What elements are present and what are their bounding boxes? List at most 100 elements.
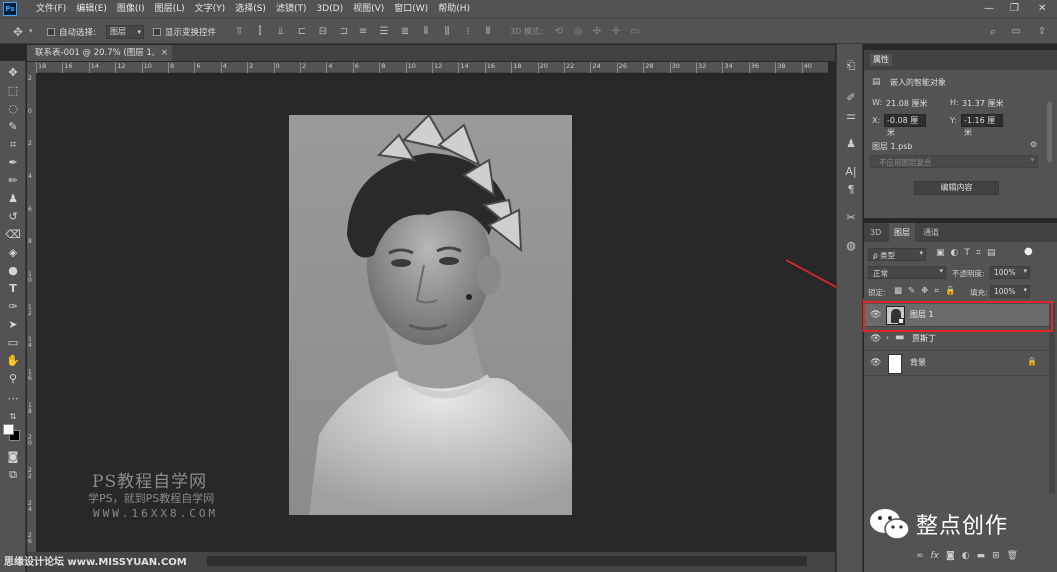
- menu-3d[interactable]: 3D(D): [311, 0, 348, 18]
- menu-type[interactable]: 文字(Y): [190, 0, 231, 18]
- group-expand-chevron-icon[interactable]: ›: [886, 333, 889, 342]
- show-transform-checkbox[interactable]: [153, 28, 161, 36]
- align-left-icon[interactable]: ⊏: [296, 26, 308, 38]
- filter-toggle-icon[interactable]: ●: [1024, 246, 1033, 257]
- filter-shape-icon[interactable]: ⌗: [976, 248, 981, 258]
- width-value[interactable]: 21.08 厘米: [886, 98, 927, 109]
- tools-presets-icon[interactable]: ✂: [843, 210, 859, 226]
- swap-colors-icon[interactable]: ⇅: [4, 409, 22, 425]
- menu-filter[interactable]: 滤镜(T): [271, 0, 312, 18]
- screen-mode-icon[interactable]: ⧉: [4, 467, 22, 483]
- new-adjustment-icon[interactable]: ◐: [962, 551, 970, 561]
- layer-row-background[interactable]: 👁 背景 🔒: [864, 352, 1049, 376]
- character-icon[interactable]: A|: [843, 164, 859, 180]
- rectangle-tool-icon[interactable]: ▭: [4, 335, 22, 351]
- quick-select-tool-icon[interactable]: ✎: [4, 119, 22, 135]
- tab-close-icon[interactable]: ×: [161, 45, 168, 61]
- tab-3d[interactable]: 3D: [870, 227, 881, 239]
- filter-type-icon[interactable]: T: [964, 248, 970, 258]
- marquee-tool-icon[interactable]: ⬚: [4, 83, 22, 99]
- settings-icon[interactable]: ⚙: [1030, 140, 1037, 149]
- history-brush-tool-icon[interactable]: ↺: [4, 209, 22, 225]
- close-button[interactable]: ✕: [1038, 3, 1046, 14]
- auto-select-dropdown[interactable]: 图层 ▾: [106, 25, 144, 39]
- auto-select-checkbox[interactable]: [47, 28, 55, 36]
- align-vcenter-icon[interactable]: ⫿: [254, 26, 266, 38]
- workspace-icon[interactable]: ▭: [1010, 26, 1022, 38]
- ruler-origin[interactable]: [27, 62, 36, 73]
- menu-select[interactable]: 选择(S): [230, 0, 271, 18]
- paragraph-icon[interactable]: ¶: [843, 182, 859, 198]
- eraser-tool-icon[interactable]: ⌫: [4, 227, 22, 243]
- menu-window[interactable]: 窗口(W): [389, 0, 433, 18]
- chevron-down-icon[interactable]: ▾: [29, 27, 33, 35]
- distribute-bottom-icon[interactable]: ≣: [399, 26, 411, 38]
- blend-mode-dropdown[interactable]: 正常 ▾: [868, 266, 946, 279]
- properties-scrollbar[interactable]: [1047, 102, 1052, 162]
- type-tool-icon[interactable]: T: [4, 281, 22, 297]
- maximize-button[interactable]: ❐: [1010, 3, 1019, 14]
- pen-tool-icon[interactable]: ✑: [4, 299, 22, 315]
- menu-file[interactable]: 文件(F): [31, 0, 71, 18]
- lock-position-icon[interactable]: ✥: [921, 286, 928, 296]
- distribute-right-icon[interactable]: ⦙: [462, 26, 474, 38]
- menu-image[interactable]: 图像(I): [112, 0, 150, 18]
- properties-tab[interactable]: 属性: [870, 54, 892, 66]
- move-tool-icon[interactable]: ✥: [12, 26, 24, 38]
- layer-filter-dropdown[interactable]: ρ 类型 ▾: [868, 248, 926, 261]
- hand-tool-icon[interactable]: ✋: [4, 353, 22, 369]
- photo-layer-image[interactable]: [289, 113, 572, 515]
- fill-field[interactable]: 100% ▾: [990, 285, 1030, 298]
- 3d-roll-icon[interactable]: ◎: [572, 26, 584, 38]
- 3d-scale-icon[interactable]: ▭: [629, 26, 641, 38]
- document-tab[interactable]: 联系表-001 @ 20.7% (图层 1, RGB/8) * ×: [27, 45, 172, 74]
- new-group-icon[interactable]: ▬: [977, 551, 986, 561]
- lock-artboard-icon[interactable]: ⌗: [934, 286, 939, 296]
- distribute-vcenter-icon[interactable]: ☰: [378, 26, 390, 38]
- 3d-pan-icon[interactable]: ✣: [591, 26, 603, 38]
- more-tools-icon[interactable]: ⋯: [4, 391, 22, 407]
- adjustments-icon[interactable]: ⚌: [843, 108, 859, 124]
- 3d-slide-icon[interactable]: ✛: [610, 26, 622, 38]
- tab-channels[interactable]: 通道: [923, 227, 939, 239]
- align-bottom-icon[interactable]: ⫫: [275, 26, 287, 38]
- x-field[interactable]: -0.08 厘米: [884, 114, 926, 137]
- link-layers-icon[interactable]: ∞: [916, 551, 924, 561]
- filter-pixel-icon[interactable]: ▣: [936, 248, 945, 258]
- filter-adjustment-icon[interactable]: ◐: [951, 248, 959, 258]
- visibility-eye-icon[interactable]: 👁: [870, 334, 881, 344]
- distribute-left-icon[interactable]: ⦀: [420, 26, 432, 38]
- brush-settings-icon[interactable]: ✐: [843, 90, 859, 106]
- filter-smart-object-icon[interactable]: ▤: [987, 248, 996, 258]
- stamp-tool-icon[interactable]: ♟: [4, 191, 22, 207]
- lock-transparent-icon[interactable]: ▩: [894, 286, 902, 296]
- lock-all-icon[interactable]: 🔒: [945, 286, 956, 296]
- menu-help[interactable]: 帮助(H): [433, 0, 475, 18]
- zoom-tool-icon[interactable]: ⚲: [4, 371, 22, 387]
- menu-view[interactable]: 视图(V): [348, 0, 389, 18]
- 3d-orbit-icon[interactable]: ⟲: [553, 26, 565, 38]
- foreground-color-swatch[interactable]: [3, 424, 14, 435]
- distribute-top-icon[interactable]: ≡: [357, 26, 369, 38]
- dodge-tool-icon[interactable]: ●: [4, 263, 22, 279]
- delete-layer-icon[interactable]: 🗑: [1007, 551, 1018, 561]
- eyedropper-tool-icon[interactable]: ✒: [4, 155, 22, 171]
- path-select-tool-icon[interactable]: ➤: [4, 317, 22, 333]
- auto-align-icon[interactable]: ⫴: [482, 26, 494, 38]
- search-icon[interactable]: ⌕: [987, 26, 999, 38]
- y-field[interactable]: -1.16 厘米: [961, 114, 1003, 137]
- share-icon[interactable]: ⇪: [1036, 26, 1048, 38]
- fx-icon[interactable]: fx: [931, 551, 940, 561]
- align-top-icon[interactable]: ⫪: [233, 26, 245, 38]
- history-icon[interactable]: ⎗: [843, 58, 859, 74]
- horizontal-scrollbar[interactable]: [207, 556, 807, 566]
- layer-name[interactable]: 背景: [910, 358, 926, 368]
- distribute-hcenter-icon[interactable]: ⫼: [441, 26, 453, 38]
- height-value[interactable]: 31.37 厘米: [962, 98, 1003, 109]
- paint-bucket-tool-icon[interactable]: ◈: [4, 245, 22, 261]
- 3d-materials-icon[interactable]: ◍: [843, 238, 859, 254]
- layer-name[interactable]: 贾斯丁: [912, 334, 936, 344]
- quick-mask-icon[interactable]: ◙: [4, 449, 22, 465]
- edit-contents-button[interactable]: 编辑内容: [914, 181, 999, 195]
- clone-source-icon[interactable]: ♟: [843, 136, 859, 152]
